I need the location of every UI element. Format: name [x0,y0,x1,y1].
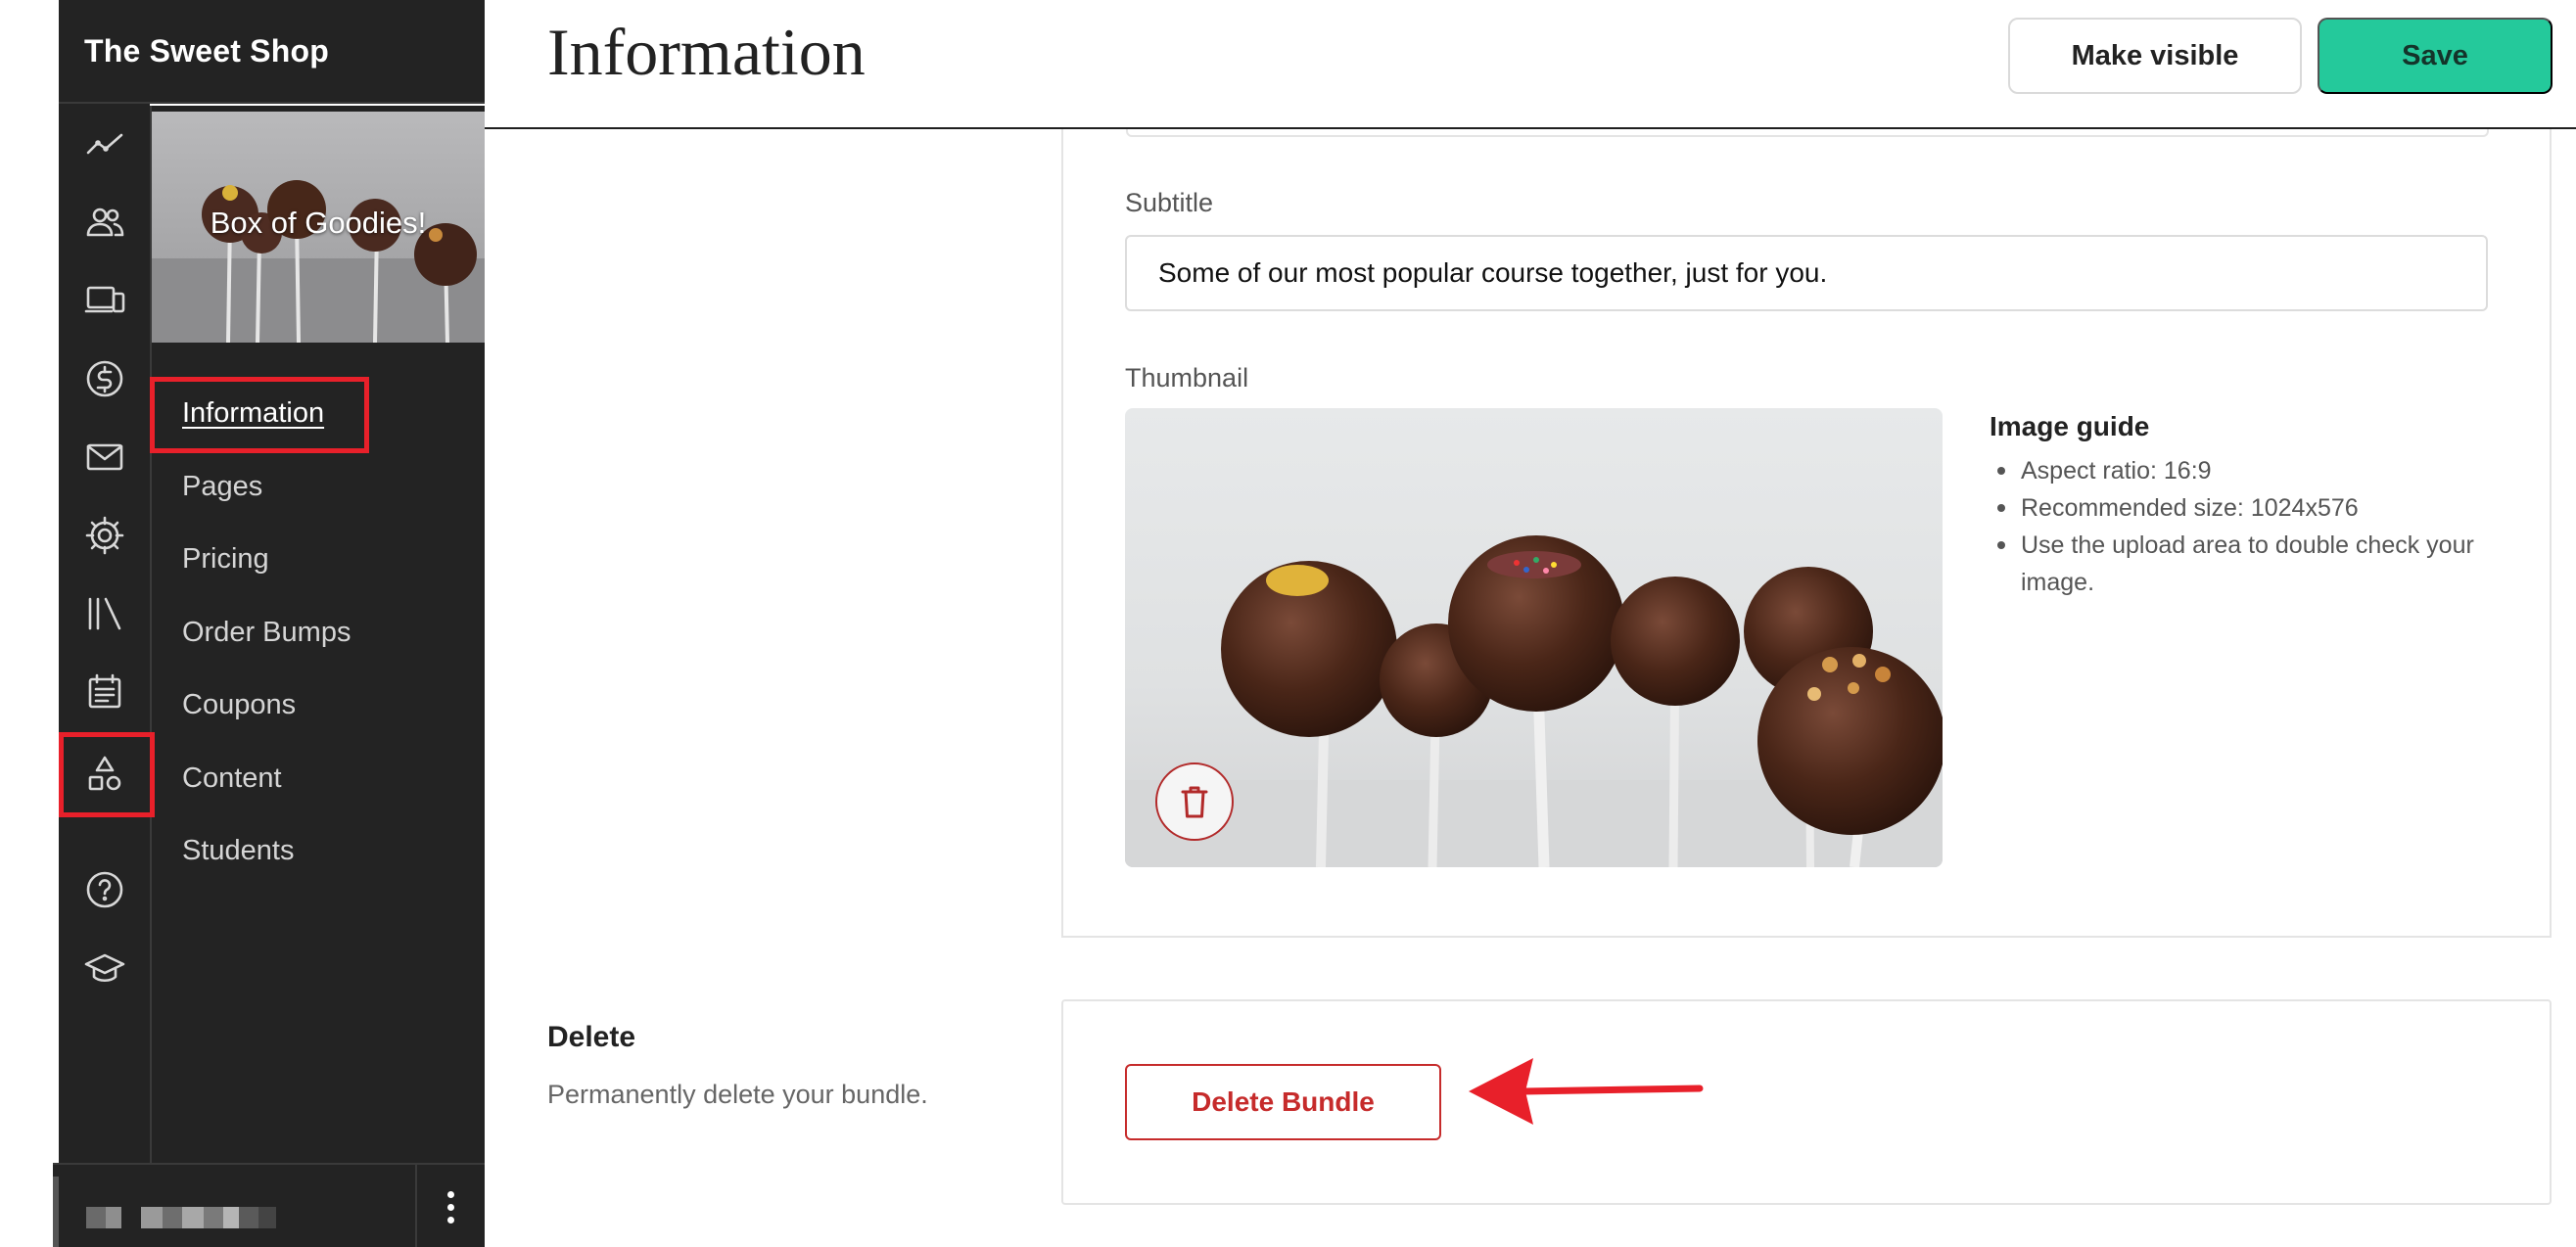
image-guide-title: Image guide [1990,411,2150,441]
user-footer [53,1163,485,1247]
page-header: Information Make visible Save [485,0,2576,129]
bundle-banner-image: Box of Goodies! [152,112,485,343]
delete-thumbnail-button[interactable] [1155,762,1234,841]
mail-icon[interactable] [72,425,137,489]
gear-icon[interactable] [72,503,137,568]
subnav-item-content[interactable]: Content [182,762,282,795]
image-guide-list: Aspect ratio: 16:9 Recommended size: 102… [1990,452,2499,601]
thumbnail-label: Thumbnail [1125,363,1249,393]
highlight-box-bundles [59,732,155,817]
make-visible-button[interactable]: Make visible [2008,18,2302,94]
subtitle-input[interactable]: Some of our most popular course together… [1125,235,2488,311]
bundle-title: Box of Goodies! [210,206,427,240]
save-button[interactable]: Save [2318,18,2553,94]
image-guide-item: Recommended size: 1024x576 [1990,489,2499,527]
image-guide-item: Aspect ratio: 16:9 [1990,452,2499,489]
help-icon[interactable] [72,857,137,922]
shop-header: The Sweet Shop [59,0,485,104]
delete-section-heading: Delete [547,1021,636,1053]
calendar-icon[interactable] [72,660,137,724]
devices-icon[interactable] [72,268,137,333]
thumbnail-image[interactable] [1125,408,1943,867]
library-icon[interactable] [72,581,137,646]
more-options-button[interactable] [417,1165,485,1247]
highlight-box-information [150,377,369,453]
annotation-arrow [1469,1058,1704,1125]
subtitle-label: Subtitle [1125,188,1214,217]
shop-name: The Sweet Shop [84,32,329,69]
delete-section-description: Permanently delete your bundle. [547,1080,928,1109]
users-icon[interactable] [72,190,137,254]
trash-icon [1181,786,1208,818]
subnav-item-order-bumps[interactable]: Order Bumps [182,617,351,649]
image-guide-item: Use the upload area to double check your… [1990,527,2499,601]
delete-bundle-button[interactable]: Delete Bundle [1125,1064,1441,1140]
dollar-icon[interactable] [72,346,137,411]
graduation-cap-icon[interactable] [72,936,137,1000]
analytics-icon[interactable] [72,112,137,176]
left-gutter [0,0,59,1247]
user-name-redacted [86,1207,276,1228]
title-input-bottom-edge [1126,129,2489,137]
subnav-item-coupons[interactable]: Coupons [182,689,296,721]
subnav-item-students[interactable]: Students [182,835,294,867]
subnav-item-pricing[interactable]: Pricing [182,543,269,576]
kebab-menu-icon [447,1190,454,1224]
page-title: Information [547,15,866,89]
footer-edge [53,1177,59,1247]
subnav-item-pages[interactable]: Pages [182,471,262,503]
